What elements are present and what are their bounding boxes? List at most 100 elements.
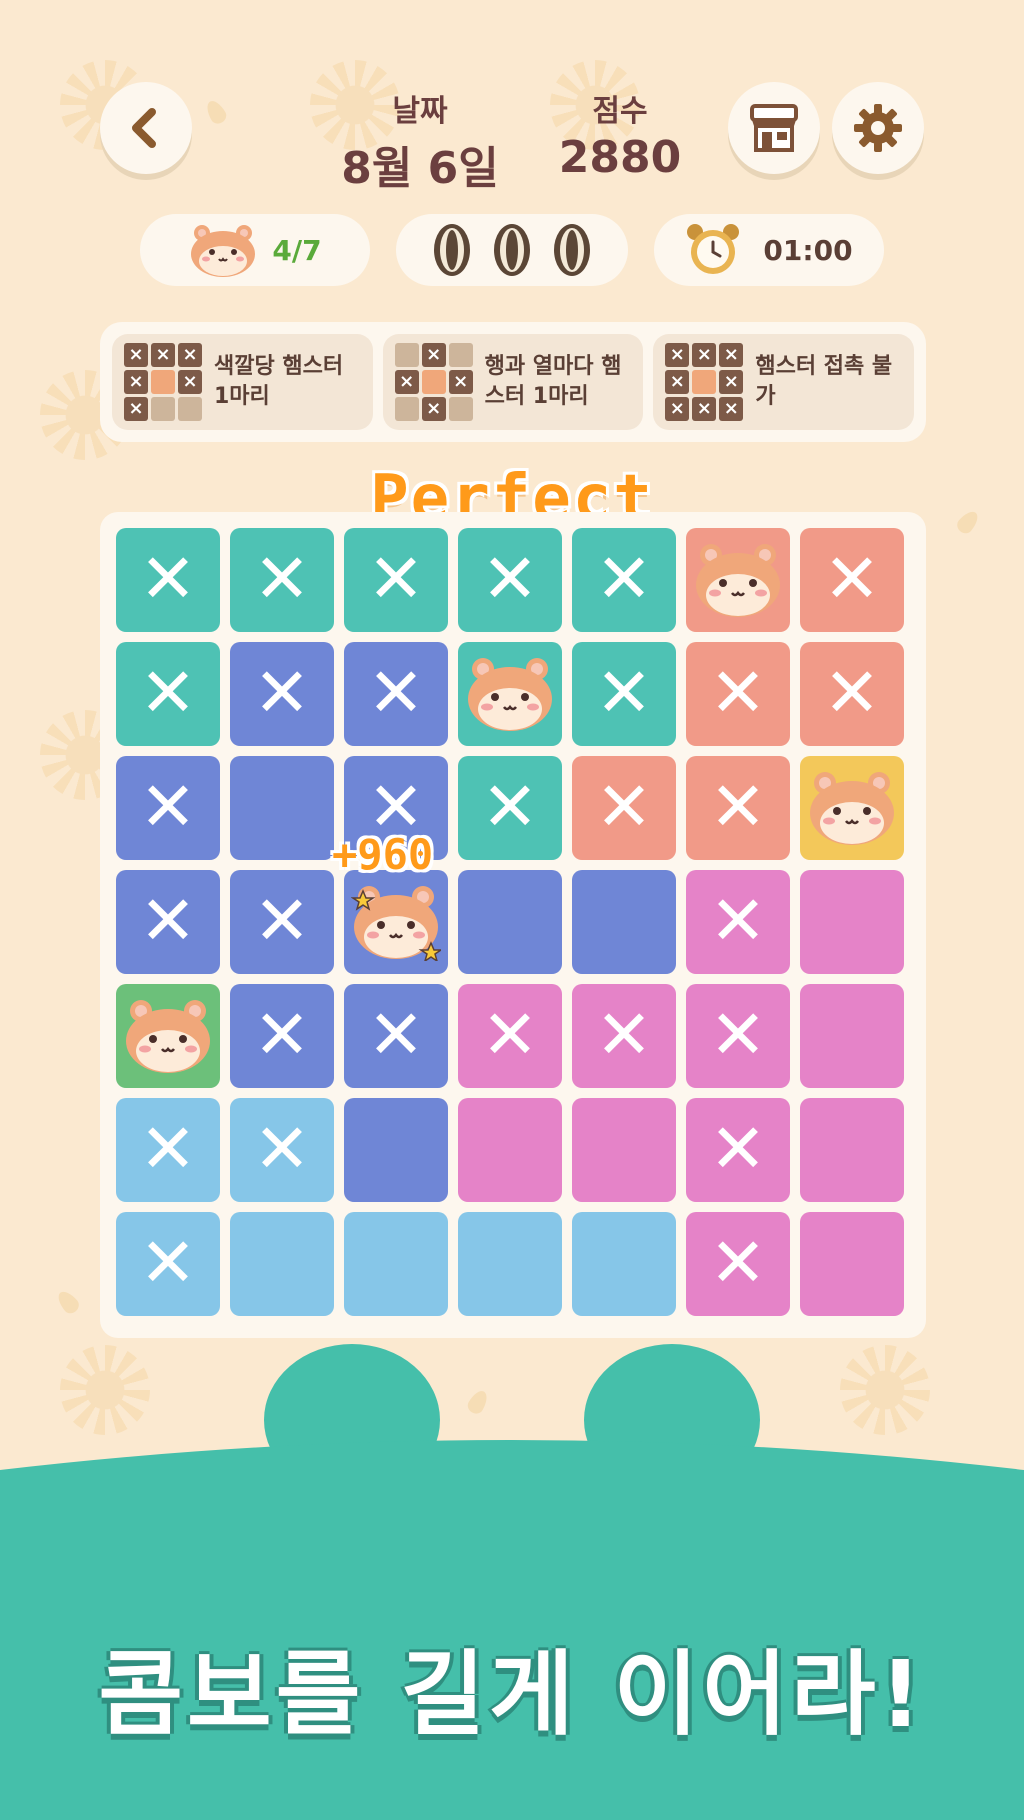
board-cell[interactable] [344, 1212, 448, 1316]
board-cell[interactable] [458, 1098, 562, 1202]
board-cell[interactable]: ✕ [800, 528, 904, 632]
board-cell[interactable]: ✕ [230, 870, 334, 974]
shop-button[interactable] [728, 82, 820, 174]
rule-one-per-row-column: × × × × 행과 열마다 햄스터 1마리 [382, 334, 644, 430]
board-cell[interactable] [458, 642, 562, 746]
back-button[interactable] [100, 82, 192, 174]
x-mark-icon: ✕ [595, 996, 653, 1075]
board-cell[interactable]: ✕ [230, 642, 334, 746]
x-mark-icon: ✕ [367, 540, 425, 619]
board-cell[interactable]: ✕ [686, 1212, 790, 1316]
board-cell[interactable]: ✕ [572, 984, 676, 1088]
board-cell[interactable] [800, 756, 904, 860]
rule-text: 색깔당 햄스터 1마리 [214, 354, 344, 409]
rules-panel: × × × × × × 색깔당 햄스터 1마리 × × × × 행과 열마다 햄스터 1… [100, 322, 926, 442]
board-cell[interactable] [458, 870, 562, 974]
x-mark-icon: ✕ [709, 996, 767, 1075]
hamster-count: 4/7 [272, 233, 322, 267]
shop-icon [750, 104, 798, 152]
x-mark-icon: ✕ [253, 882, 311, 961]
gear-icon [854, 104, 902, 152]
rule-one-per-color: × × × × × × 색깔당 햄스터 1마리 [112, 334, 373, 430]
board-cell[interactable]: ✕ [572, 756, 676, 860]
rule-no-touching: × × × × × × × × 햄스터 접촉 불가 [653, 334, 915, 430]
hamster-icon [465, 655, 555, 733]
board-cell[interactable]: ✕ [686, 984, 790, 1088]
board-cell[interactable]: ✕ [344, 984, 448, 1088]
board-cell[interactable]: ✕ [344, 642, 448, 746]
board-cell[interactable] [800, 984, 904, 1088]
x-mark-icon: ✕ [139, 540, 197, 619]
board-cell[interactable]: ✕ [116, 1098, 220, 1202]
hamster-progress: 4/7 [140, 214, 370, 286]
x-mark-icon: ✕ [709, 1224, 767, 1303]
score-value: 2880 [558, 132, 682, 183]
board-cell[interactable] [344, 870, 448, 974]
x-mark-icon: ✕ [139, 882, 197, 961]
board-cell[interactable] [230, 756, 334, 860]
x-mark-icon: ✕ [709, 1110, 767, 1189]
settings-button[interactable] [832, 82, 924, 174]
board-cell[interactable]: ✕ [800, 642, 904, 746]
seed-lives [396, 214, 628, 286]
rule-diagram: × × × × [394, 343, 473, 421]
board-cell[interactable]: ✕ [458, 984, 562, 1088]
board-cell[interactable]: ✕ [458, 528, 562, 632]
chevron-left-icon [132, 108, 156, 148]
board-cell[interactable] [572, 1212, 676, 1316]
x-mark-icon: ✕ [481, 540, 539, 619]
x-mark-icon: ✕ [823, 654, 881, 733]
x-mark-icon: ✕ [367, 654, 425, 733]
combo-score-popup: +960 [332, 830, 434, 879]
board-cell[interactable] [116, 984, 220, 1088]
board-cell[interactable]: ✕ [116, 1212, 220, 1316]
board-cell[interactable] [686, 528, 790, 632]
x-mark-icon: ✕ [709, 768, 767, 847]
board-cell[interactable]: ✕ [230, 1098, 334, 1202]
board-cell[interactable]: ✕ [686, 1098, 790, 1202]
x-mark-icon: ✕ [595, 654, 653, 733]
x-mark-icon: ✕ [481, 768, 539, 847]
x-mark-icon: ✕ [709, 654, 767, 733]
x-mark-icon: ✕ [481, 996, 539, 1075]
promo-banner-text: 콤보를 길게 이어라! [98, 1641, 926, 1748]
board-cell[interactable] [800, 870, 904, 974]
board-cell[interactable]: ✕ [230, 984, 334, 1088]
board-cell[interactable]: ✕ [458, 756, 562, 860]
sunflower-seed-icon [494, 224, 530, 276]
score-label: 점수 [592, 94, 648, 129]
sunflower-seed-icon [434, 224, 470, 276]
rule-diagram: × × × × × × × × [665, 343, 744, 421]
board-cell[interactable]: ✕ [116, 528, 220, 632]
board-cell[interactable] [458, 1212, 562, 1316]
leaf-decoration [203, 97, 229, 127]
hamster-icon [807, 769, 897, 847]
x-mark-icon: ✕ [595, 540, 653, 619]
board-cell[interactable]: ✕ [572, 642, 676, 746]
board-cell[interactable] [800, 1212, 904, 1316]
game-board: ✕ ✕ ✕ ✕ ✕ ✕ ✕ ✕ ✕ ✕ ✕ ✕ ✕ ✕ ✕ ✕ ✕ ✕ ✕ ✕ … [100, 512, 926, 1338]
board-cell[interactable] [344, 1098, 448, 1202]
board-cell[interactable]: ✕ [686, 870, 790, 974]
rule-diagram: × × × × × × [124, 343, 202, 421]
board-cell[interactable]: ✕ [686, 642, 790, 746]
board-cell[interactable]: ✕ [686, 756, 790, 860]
date-label: 날짜 [392, 94, 448, 129]
board-cell[interactable]: ✕ [230, 528, 334, 632]
alarm-clock-icon [687, 224, 740, 274]
board-cell[interactable]: ✕ [116, 870, 220, 974]
hamster-icon [123, 997, 213, 1075]
x-mark-icon: ✕ [709, 882, 767, 961]
board-cell[interactable]: ✕ [116, 756, 220, 860]
board-cell[interactable]: ✕ [344, 528, 448, 632]
x-mark-icon: ✕ [139, 768, 197, 847]
board-cell[interactable] [800, 1098, 904, 1202]
x-mark-icon: ✕ [367, 996, 425, 1075]
x-mark-icon: ✕ [139, 1224, 197, 1303]
board-cell[interactable] [572, 1098, 676, 1202]
leaf-decoration [54, 1287, 82, 1317]
board-cell[interactable] [230, 1212, 334, 1316]
board-cell[interactable]: ✕ [116, 642, 220, 746]
board-cell[interactable]: ✕ [572, 528, 676, 632]
board-cell[interactable] [572, 870, 676, 974]
